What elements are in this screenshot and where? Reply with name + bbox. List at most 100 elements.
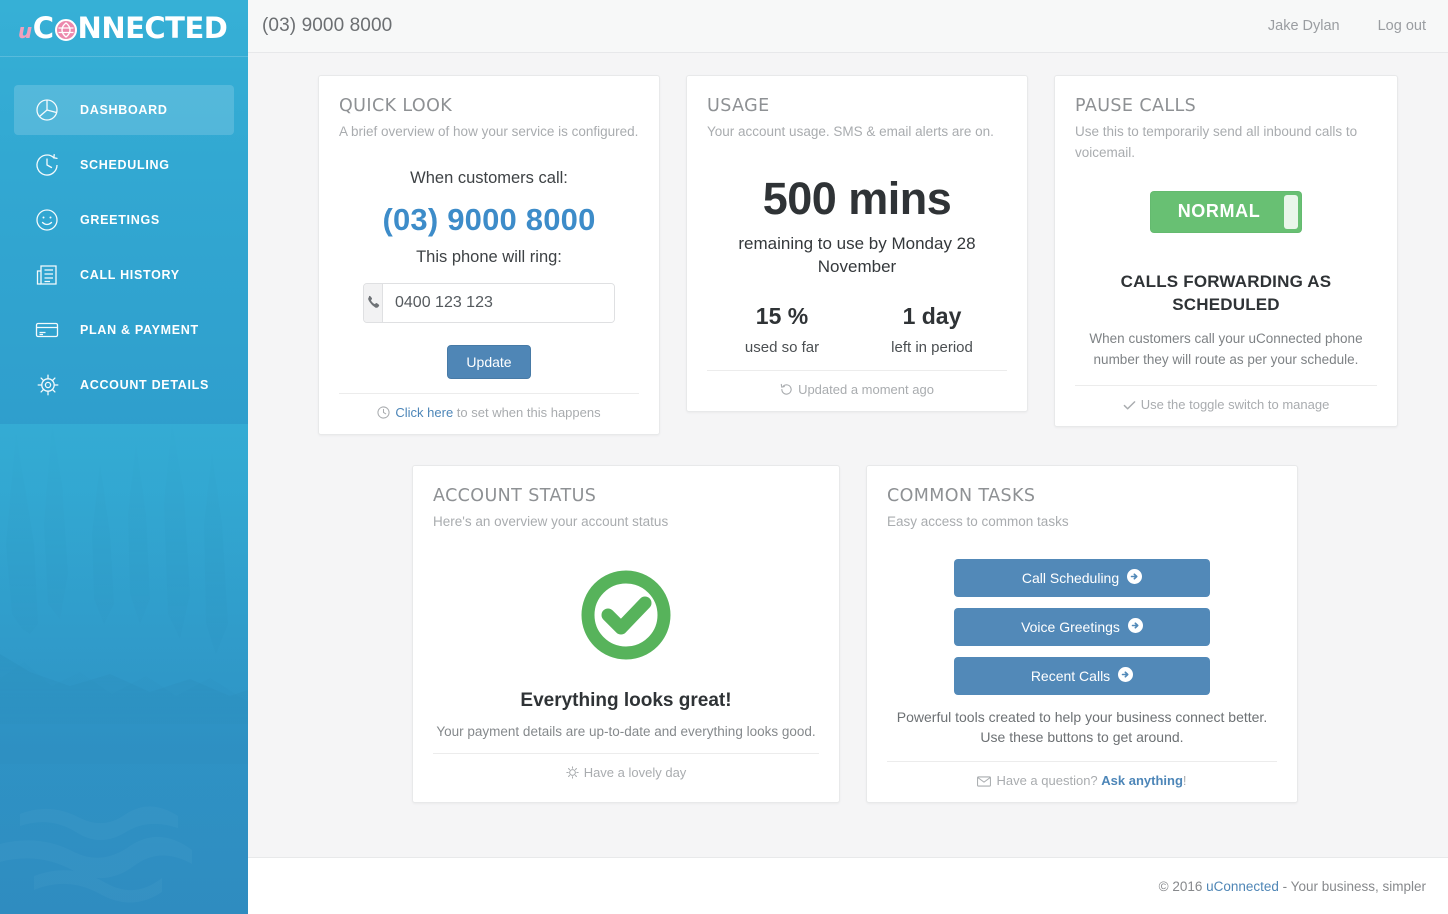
account-phone-number: (03) 9000 8000 (262, 15, 393, 36)
sidebar-item-label: DASHBOARD (80, 103, 168, 117)
pause-calls-toggle[interactable]: NORMAL (1150, 190, 1302, 233)
app-root: u C NNECTE D DASHBOARD SCHEDULING GREETI… (0, 0, 1448, 914)
pie-chart-icon (34, 95, 68, 125)
account-status-card-footer: Have a lovely day (433, 752, 819, 794)
card-subtitle: A brief overview of how your service is … (339, 124, 639, 139)
sidebar-item-account-details[interactable]: ACCOUNT DETAILS (14, 360, 234, 410)
refresh-icon (780, 383, 793, 399)
when-customers-call-label: When customers call: (410, 168, 568, 187)
stat-value: 15 % (755, 302, 809, 329)
logo-u: u (18, 18, 32, 43)
usage-stats: 15 % used so far 1 day left in period (707, 303, 1007, 356)
credit-card-icon (34, 315, 68, 345)
topbar: (03) 9000 8000 Jake Dylan Log out (248, 0, 1448, 53)
account-status-card: ACCOUNT STATUS Here's an overview your a… (412, 464, 840, 804)
user-name-link[interactable]: Jake Dylan (1268, 18, 1340, 34)
common-tasks-card: COMMON TASKS Easy access to common tasks… (866, 464, 1298, 804)
call-scheduling-button[interactable]: Call Scheduling (954, 558, 1210, 597)
usage-card: USAGE Your account usage. SMS & email al… (686, 75, 1028, 412)
footer-brand-link[interactable]: uConnected (1206, 879, 1279, 894)
sidebar-item-scheduling[interactable]: SCHEDULING (14, 140, 234, 190)
minutes-remaining-label: remaining to use by Monday 28 November (738, 233, 976, 276)
button-label: Voice Greetings (1021, 618, 1120, 635)
common-tasks-card-footer: Have a question? Ask anything! (887, 761, 1277, 802)
minutes-remaining-value: 500 mins (762, 172, 952, 224)
footer-text: © 2016 uConnected - Your business, simpl… (1159, 879, 1426, 894)
dashboard-row-2: ACCOUNT STATUS Here's an overview your a… (318, 464, 1400, 804)
recent-calls-button[interactable]: Recent Calls (954, 656, 1210, 695)
click-here-link[interactable]: Click here (395, 405, 453, 420)
page-footer: © 2016 uConnected - Your business, simpl… (248, 857, 1448, 914)
quick-look-card: QUICK LOOK A brief overview of how your … (318, 75, 660, 435)
forwarding-status-title: CALLS FORWARDING AS SCHEDULED (1120, 271, 1332, 314)
phone-icon (364, 283, 383, 322)
logo-rest: NNECTE (77, 10, 205, 45)
sidebar-item-plan-payment[interactable]: PLAN & PAYMENT (14, 305, 234, 355)
toggle-label: NORMAL (1177, 201, 1261, 222)
arrow-right-circle-icon (1127, 568, 1143, 587)
pause-calls-card-footer: Use the toggle switch to manage (1075, 384, 1377, 426)
button-label: Recent Calls (1030, 667, 1111, 684)
check-circle-icon (578, 567, 674, 668)
logout-link[interactable]: Log out (1378, 18, 1426, 34)
gear-icon (34, 370, 68, 400)
pause-calls-footer-text: Use the toggle switch to manage (1140, 396, 1330, 412)
card-title: QUICK LOOK (339, 96, 453, 116)
logo-c: C (32, 10, 54, 45)
main-area: (03) 9000 8000 Jake Dylan Log out QUICK … (248, 0, 1448, 914)
clock-icon (377, 406, 390, 422)
card-subtitle: Here's an overview your account status (433, 513, 669, 529)
account-status-footer-text: Have a lovely day (583, 764, 687, 780)
usage-card-footer: Updated a moment ago (707, 369, 1007, 411)
status-description: Your payment details are up-to-date and … (436, 723, 816, 739)
card-subtitle: Easy access to common tasks (887, 513, 1069, 529)
clock-icon (34, 150, 68, 180)
card-title: PAUSE CALLS (1075, 96, 1197, 116)
common-tasks-footer-bang: ! (1182, 773, 1187, 789)
sidebar-item-label: PLAN & PAYMENT (80, 323, 199, 337)
card-subtitle: Use this to temporarily send all inbound… (1075, 124, 1358, 160)
card-title: ACCOUNT STATUS (433, 485, 597, 506)
forwarding-status-description: When customers call your uConnected phon… (1089, 330, 1363, 367)
ring-phone-input[interactable] (383, 283, 614, 322)
check-icon (1123, 399, 1136, 414)
stat-label: left in period (891, 338, 973, 356)
arrow-right-circle-icon (1118, 666, 1134, 685)
common-tasks-description: Powerful tools created to help your busi… (896, 708, 1268, 746)
pause-toggle-wrap: NORMAL (1075, 190, 1377, 233)
envelope-icon (977, 775, 992, 790)
list-document-icon (34, 260, 68, 290)
sidebar-item-dashboard[interactable]: DASHBOARD (14, 85, 234, 135)
stat-value: 1 day (902, 302, 962, 329)
sidebar-haze-overlay (0, 424, 248, 914)
smiley-icon (34, 205, 68, 235)
logo-d: D (203, 10, 228, 45)
ask-anything-link[interactable]: Ask anything (1101, 773, 1183, 788)
card-subtitle: Your account usage. SMS & email alerts a… (707, 124, 994, 139)
sidebar-item-greetings[interactable]: GREETINGS (14, 195, 234, 245)
sidebar-item-label: GREETINGS (80, 213, 160, 227)
brand-logo[interactable]: u C NNECTE D (0, 0, 248, 57)
dashboard-content: QUICK LOOK A brief overview of how your … (248, 53, 1448, 857)
usage-stat-left: 1 day left in period (857, 303, 1007, 356)
pause-calls-card: PAUSE CALLS Use this to temporarily send… (1054, 75, 1398, 427)
voice-greetings-button[interactable]: Voice Greetings (954, 607, 1210, 646)
update-button[interactable]: Update (447, 344, 531, 379)
sidebar-item-call-history[interactable]: CALL HISTORY (14, 250, 234, 300)
usage-footer-text: Updated a moment ago (798, 381, 934, 397)
forest-background-illustration (0, 424, 248, 764)
sidebar-item-label: ACCOUNT DETAILS (80, 378, 210, 392)
arrow-right-circle-icon (1127, 617, 1143, 636)
logo-globe-mark-icon (54, 18, 78, 42)
common-tasks-footer-question: Have a question? (996, 773, 1102, 789)
status-icon-wrap (433, 567, 819, 668)
this-phone-will-ring-label: This phone will ring: (416, 247, 562, 266)
quick-look-footer-text: to set when this happens (453, 404, 601, 420)
sidebar-item-label: CALL HISTORY (80, 268, 180, 282)
sidebar: u C NNECTE D DASHBOARD SCHEDULING GREETI… (0, 0, 248, 914)
card-title: USAGE (707, 96, 770, 116)
toggle-knob[interactable] (1284, 194, 1298, 229)
stat-label: used so far (744, 338, 820, 356)
ring-phone-input-group[interactable] (363, 282, 615, 323)
quick-look-card-footer: Click here to set when this happens (339, 392, 639, 434)
